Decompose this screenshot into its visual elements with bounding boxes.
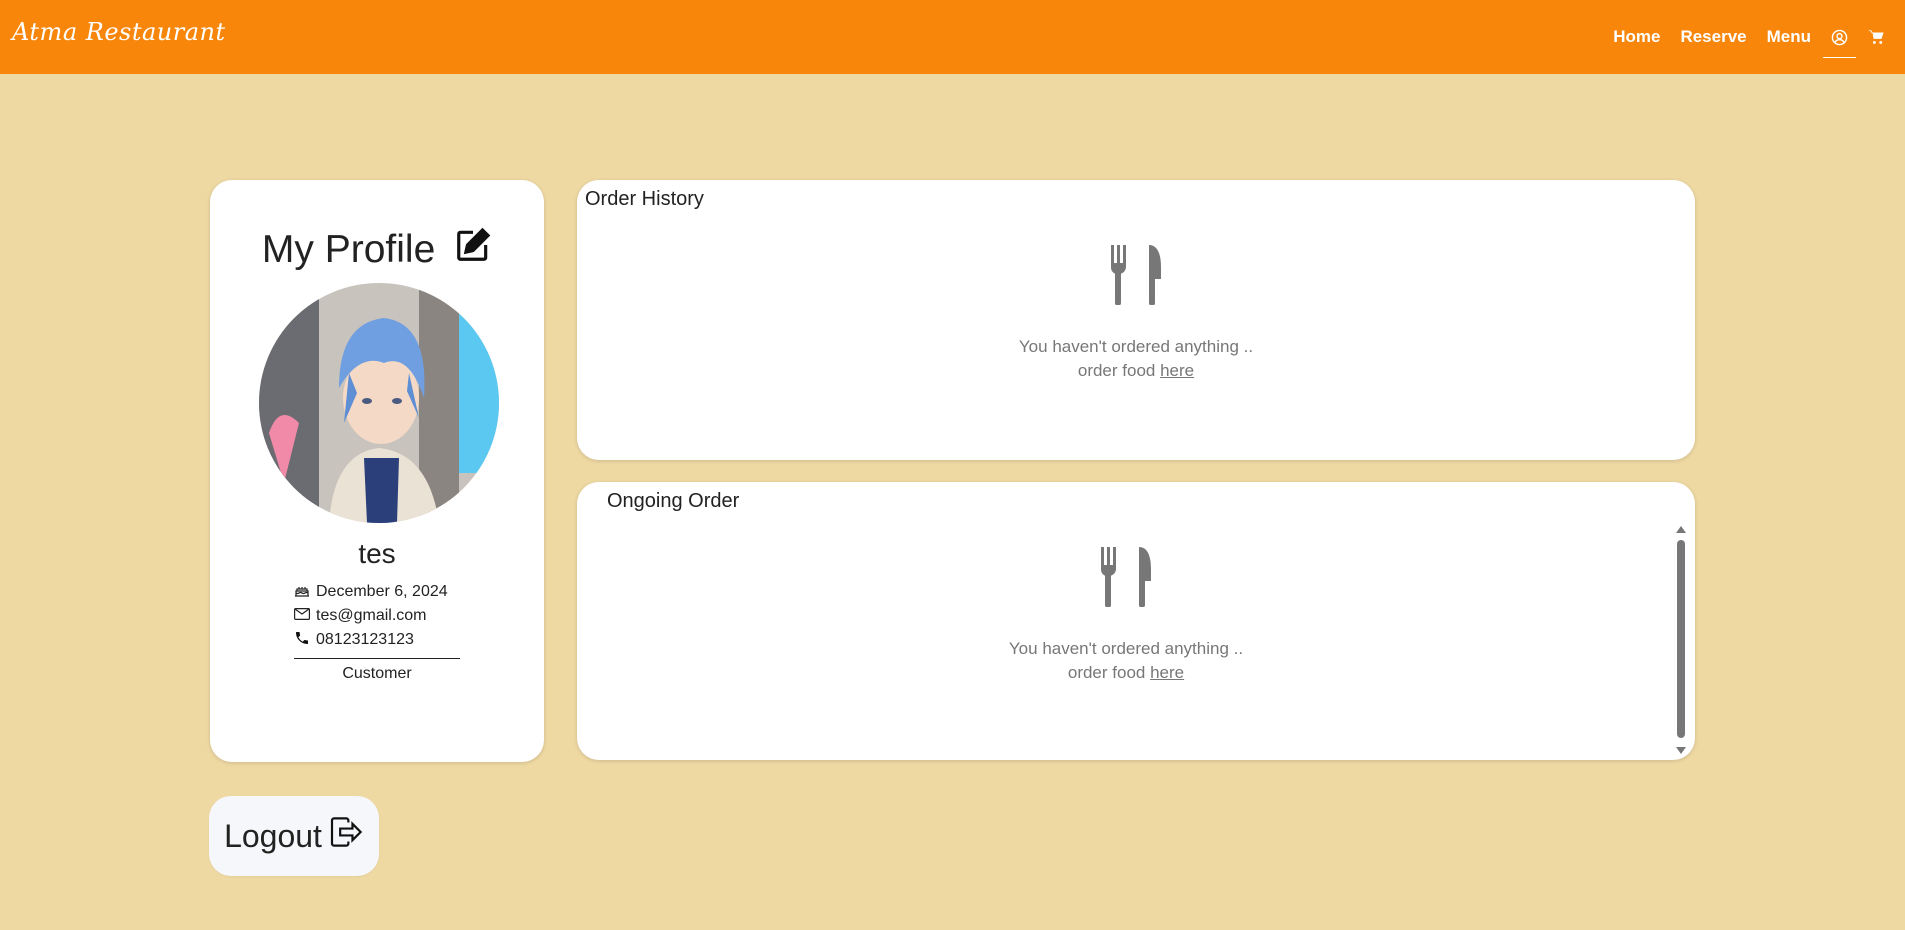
order-history-empty: You haven't ordered anything .. order fo… bbox=[577, 245, 1695, 383]
profile-title-row: My Profile bbox=[210, 226, 544, 274]
ongoing-order-title: Ongoing Order bbox=[607, 490, 740, 512]
profile-title: My Profile bbox=[261, 228, 436, 271]
ongoing-order-empty: You haven't ordered anything .. order fo… bbox=[577, 547, 1675, 685]
ongoing-order-empty-text: You haven't ordered anything .. bbox=[1008, 639, 1244, 658]
order-history-prefix: order food bbox=[1077, 361, 1156, 380]
ongoing-order-prefix: order food bbox=[1067, 663, 1146, 682]
role-text: Customer bbox=[342, 665, 412, 682]
logout-icon bbox=[330, 817, 364, 855]
navbar: Atma Restaurant Home Reserve Menu bbox=[0, 0, 1905, 74]
order-history-order-line: order food here bbox=[577, 359, 1695, 383]
ongoing-order-here-link[interactable]: here bbox=[1150, 663, 1184, 682]
birthday-text: December 6, 2024 bbox=[316, 583, 448, 600]
ongoing-order-scrollbar[interactable] bbox=[1675, 526, 1687, 754]
scroll-up-arrow-icon[interactable] bbox=[1676, 526, 1686, 533]
nav-reserve-link[interactable]: Reserve bbox=[1680, 27, 1746, 47]
birthday-row: December 6, 2024 bbox=[294, 580, 460, 604]
email-row: tes@gmail.com bbox=[294, 604, 460, 628]
nav-links: Home Reserve Menu bbox=[1613, 0, 1885, 74]
email-text: tes@gmail.com bbox=[316, 607, 427, 624]
utensils-icon bbox=[577, 245, 1695, 305]
profile-username: tes bbox=[358, 538, 396, 569]
ongoing-order-order-line: order food here bbox=[577, 661, 1675, 685]
nav-home-link[interactable]: Home bbox=[1613, 27, 1660, 47]
profile-card: My Profile tes December 6, 2024 tes@gmai… bbox=[210, 180, 544, 762]
phone-icon bbox=[294, 630, 310, 651]
brand-logo[interactable]: Atma Restaurant bbox=[12, 18, 226, 46]
logout-button[interactable]: Logout bbox=[209, 796, 379, 876]
order-history-panel: Order History You haven't ordered anythi… bbox=[577, 180, 1695, 460]
order-history-empty-text: You haven't ordered anything .. bbox=[1018, 337, 1254, 356]
envelope-icon bbox=[294, 607, 311, 625]
user-circle-icon[interactable] bbox=[1823, 0, 1856, 74]
order-history-title: Order History bbox=[585, 188, 704, 210]
utensils-icon bbox=[577, 547, 1675, 607]
nav-menu-link[interactable]: Menu bbox=[1767, 27, 1811, 47]
logout-label: Logout bbox=[224, 817, 322, 854]
scroll-down-arrow-icon[interactable] bbox=[1676, 747, 1686, 754]
scrollbar-thumb[interactable] bbox=[1677, 540, 1685, 738]
order-history-here-link[interactable]: here bbox=[1160, 361, 1194, 380]
divider bbox=[294, 658, 460, 659]
phone-row: 08123123123 bbox=[294, 628, 460, 652]
phone-text: 08123123123 bbox=[316, 631, 414, 648]
cart-icon[interactable] bbox=[1868, 0, 1885, 74]
avatar bbox=[259, 283, 499, 523]
profile-info: December 6, 2024 tes@gmail.com 081231231… bbox=[294, 580, 460, 683]
ongoing-order-panel: Ongoing Order You haven't ordered anythi… bbox=[577, 482, 1695, 760]
edit-profile-icon[interactable] bbox=[454, 226, 492, 274]
cake-icon bbox=[294, 583, 310, 602]
